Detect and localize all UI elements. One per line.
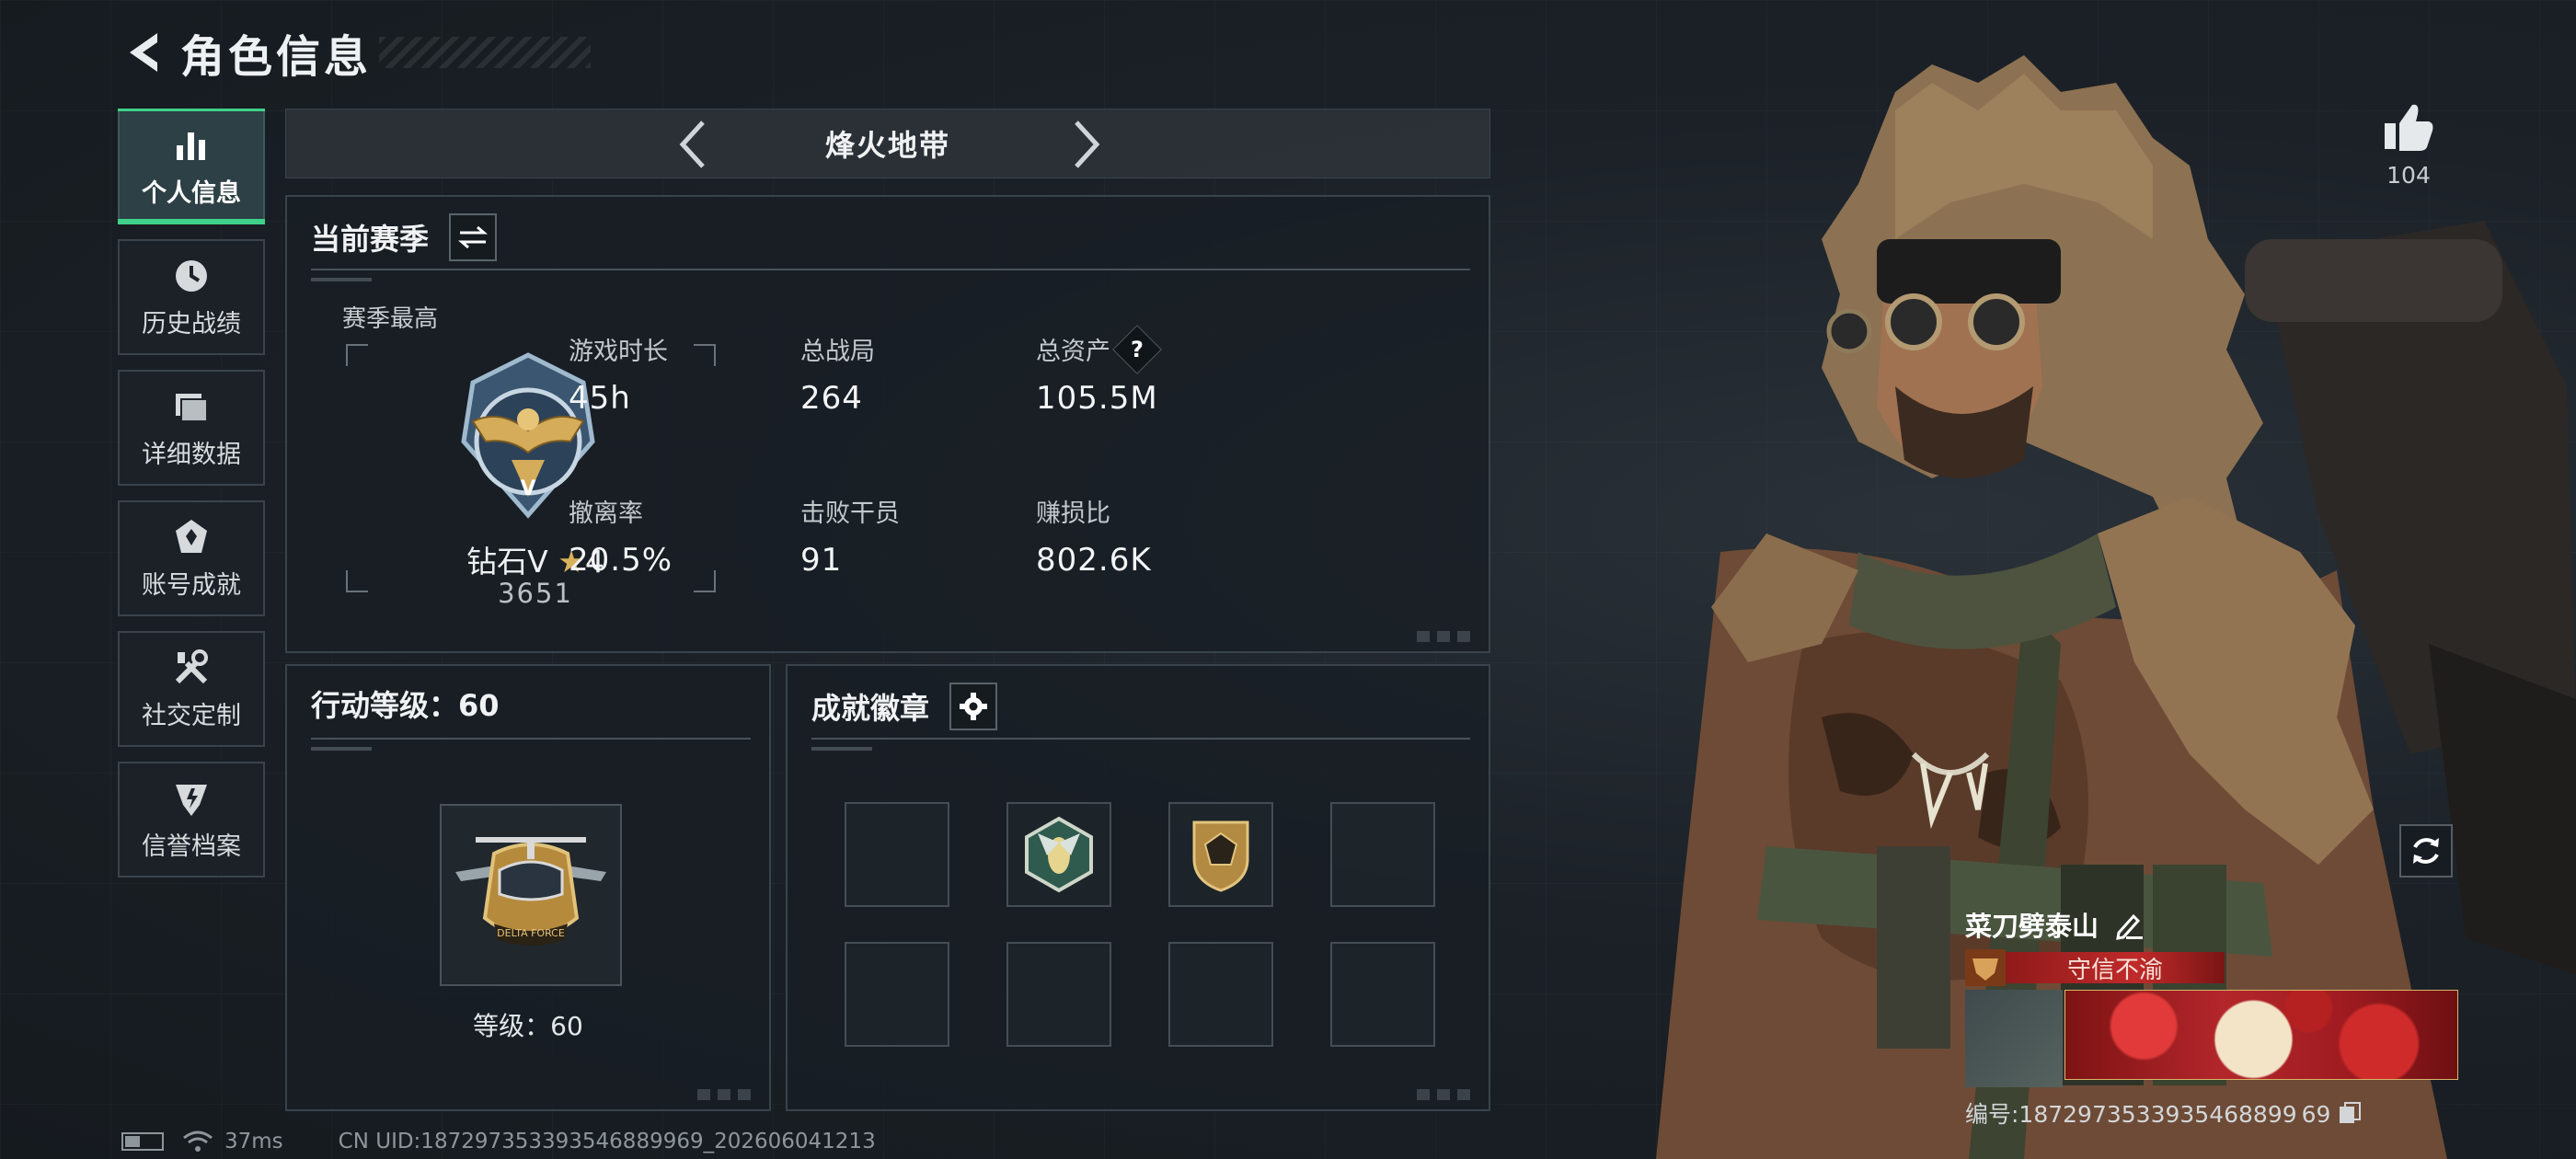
season-best-label: 赛季最高: [342, 305, 439, 333]
player-title: 守信不渝: [2006, 952, 2225, 984]
sidebar-item-history[interactable]: 历史战绩: [118, 239, 265, 355]
refresh-icon: [2413, 838, 2439, 864]
swap-icon: [458, 225, 489, 249]
shield-icon: [171, 778, 212, 819]
stat-play-time: 游戏时长 45h: [569, 338, 668, 417]
player-name: 菜刀劈泰山: [1965, 911, 2099, 942]
sidebar-item-label: 社交定制: [142, 701, 241, 730]
folder-icon: [171, 386, 212, 427]
history-icon: [171, 256, 212, 296]
ping-value: 37ms: [224, 1130, 283, 1153]
sidebar-item-profile[interactable]: 个人信息: [118, 109, 265, 224]
svg-text:DELTA FORCE: DELTA FORCE: [497, 927, 565, 939]
page-header: 角色信息: [118, 20, 592, 85]
divider: [311, 269, 1470, 270]
player-id: 编号:1872973533935468899 69: [1965, 1096, 2480, 1130]
achievements-title: 成就徽章: [811, 691, 930, 726]
chevron-right-icon: [1075, 120, 1100, 168]
battery-icon: [121, 1132, 164, 1151]
next-mode-button[interactable]: [1059, 117, 1114, 172]
help-icon[interactable]: ?: [1112, 324, 1162, 374]
level-badge[interactable]: DELTA FORCE: [440, 804, 622, 986]
divider-mark: [311, 747, 372, 751]
sidebar-item-reputation[interactable]: 信誉档案: [118, 762, 265, 878]
player-banner[interactable]: [1965, 990, 2480, 1087]
stat-extraction-rate: 撤离率 20.5%: [569, 499, 673, 579]
badge-slot[interactable]: [845, 802, 949, 907]
sidebar-item-label: 历史战绩: [142, 309, 241, 339]
season-panel: 当前赛季 赛季最高 V 钻石V ★4 3651 游戏时长 45h 总战局 264…: [285, 195, 1490, 653]
achievement-icon: [171, 517, 212, 557]
action-level-panel: 行动等级：60 DELTA FORCE 等级：60: [285, 664, 771, 1111]
gear-icon: [960, 693, 988, 720]
footer-uid: CN UID:187297353393546889969_20260604121…: [338, 1130, 876, 1153]
helicopter-badge-icon: DELTA FORCE: [455, 837, 606, 946]
badge-slot[interactable]: [1006, 802, 1111, 907]
rank-name: 钻石V ★4: [287, 537, 784, 581]
sidebar-item-social[interactable]: 社交定制: [118, 631, 265, 747]
dice-shield-badge-icon: [1192, 820, 1249, 892]
sidebar-item-label: 账号成就: [142, 570, 241, 600]
pencil-icon: [2116, 913, 2144, 940]
sidebar-item-label: 个人信息: [142, 178, 241, 208]
divider: [811, 738, 1470, 740]
edit-name-button[interactable]: [2113, 909, 2145, 940]
player-card: 菜刀劈泰山 守信不渝 编号:1872973533935468899 69: [1965, 901, 2480, 1130]
badge-settings-button[interactable]: [949, 683, 998, 730]
sidebar-item-achievements[interactable]: 账号成就: [118, 500, 265, 616]
achievements-panel: 成就徽章: [786, 664, 1490, 1111]
page-title: 角色信息: [180, 31, 373, 83]
title-decoration: [379, 37, 592, 68]
svg-text:V: V: [520, 477, 535, 500]
like-button[interactable]: 104: [2374, 101, 2444, 189]
avatar: [1965, 990, 2063, 1087]
badge-slot[interactable]: [845, 942, 949, 1047]
badge-slot[interactable]: [1168, 802, 1273, 907]
title-emblem-icon: [1965, 949, 2006, 986]
thumbs-up-icon: [2385, 104, 2433, 151]
badge-slot[interactable]: [1006, 942, 1111, 1047]
tools-icon: [171, 648, 212, 688]
sidebar-item-label: 信誉档案: [142, 832, 241, 861]
current-mode-name: 烽火地带: [824, 128, 950, 163]
divider-mark: [811, 747, 872, 751]
divider-mark: [311, 278, 372, 281]
copy-icon[interactable]: [2338, 1101, 2362, 1125]
back-button[interactable]: [118, 27, 169, 78]
badge-slot[interactable]: [1168, 942, 1273, 1047]
chevron-left-icon: [679, 120, 705, 168]
divider: [311, 738, 751, 740]
action-level-title: 行动等级：60: [311, 688, 500, 723]
stat-total-matches: 总战局 264: [800, 338, 875, 417]
stat-operators-defeated: 击败干员 91: [800, 499, 900, 579]
switch-season-button[interactable]: [449, 213, 498, 261]
level-value: 等级：60: [473, 1011, 583, 1041]
prev-mode-button[interactable]: [665, 117, 720, 172]
hornet-badge-icon: [1025, 816, 1093, 893]
mode-selector: 烽火地带: [285, 109, 1490, 178]
sidebar-item-details[interactable]: 详细数据: [118, 370, 265, 486]
stat-profit-ratio: 赚损比 802.6K: [1036, 499, 1152, 579]
badge-slot[interactable]: [1330, 802, 1435, 907]
rank-score: 3651: [498, 578, 573, 609]
badge-slot[interactable]: [1330, 942, 1435, 1047]
banner-image: [2064, 990, 2458, 1080]
stat-total-assets: 总资产? 105.5M: [1036, 324, 1162, 417]
rotate-model-button[interactable]: [2399, 824, 2453, 878]
season-title: 当前赛季: [311, 222, 430, 257]
status-footer: 37ms CN UID:187297353393546889969_202606…: [121, 1130, 876, 1153]
sidebar: 个人信息 历史战绩 详细数据 账号成就 社交定制 信誉档案: [118, 109, 265, 892]
sidebar-item-label: 详细数据: [142, 440, 241, 469]
like-count: 104: [2386, 162, 2431, 189]
wifi-icon: [183, 1130, 213, 1152]
bar-chart-icon: [171, 125, 212, 166]
back-arrow-icon: [130, 33, 157, 72]
rank-tier: 钻石V: [466, 544, 548, 580]
